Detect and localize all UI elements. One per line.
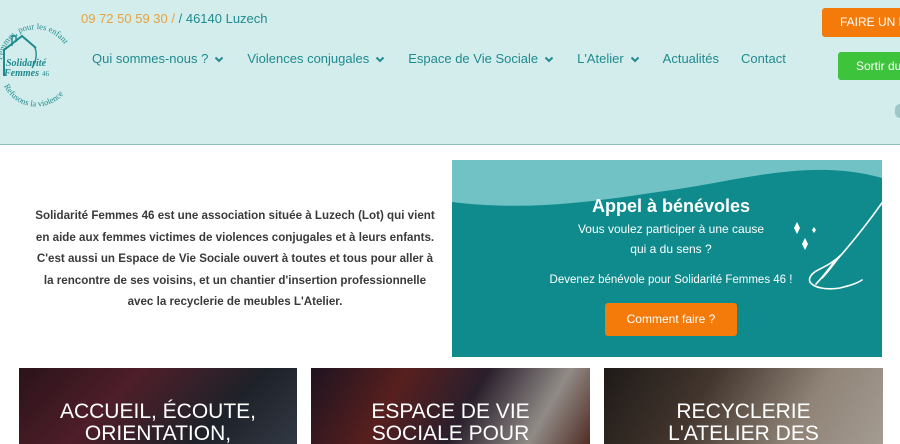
- nav-item-actualites[interactable]: Actualités: [663, 51, 719, 66]
- nav-item-violences-conjugales[interactable]: Violences conjugales: [247, 51, 386, 66]
- comment-faire-button[interactable]: Comment faire ?: [605, 303, 737, 336]
- nav-item-label: Actualités: [662, 51, 720, 66]
- nav-item-label: Violences conjugales: [247, 51, 370, 66]
- intro-text: Solidarité Femmes 46 est une association…: [20, 205, 450, 313]
- card-title: RECYCLERIE L'ATELIER DES: [668, 400, 819, 444]
- nav-item-qui-sommes-nous[interactable]: Qui sommes-nous ?: [92, 51, 225, 66]
- chevron-down-icon: [544, 56, 554, 62]
- intro-line: en aide aux femmes victimes de violences…: [35, 230, 435, 244]
- chevron-down-icon: [215, 56, 224, 62]
- intro-line: C'est aussi un Espace de Vie Sociale ouv…: [36, 252, 434, 265]
- card-title: ESPACE DE VIE SOCIALE POUR: [371, 400, 530, 444]
- card-espace-vie-sociale[interactable]: ESPACE DE VIE SOCIALE POUR: [311, 368, 590, 444]
- hand-sparkle-icon: [794, 201, 882, 290]
- logo-name-line2: Femmes: [3, 68, 39, 79]
- intro-line: la rencontre de ses voisins, et un chant…: [43, 273, 427, 287]
- site-header: Femmes, pour les enfants, Solidarité Fem…: [0, 0, 900, 145]
- nav-item-espace-de-vie-sociale[interactable]: Espace de Vie Sociale: [408, 51, 555, 66]
- donate-button[interactable]: FAIRE UN D: [822, 8, 900, 37]
- card-accueil[interactable]: ACCUEIL, ÉCOUTE, ORIENTATION,: [19, 368, 297, 444]
- nav-item-label: Contact: [741, 51, 786, 66]
- intro-line: avec la recyclerie de meubles L'Atelier.: [127, 295, 343, 308]
- phone-number[interactable]: 09 72 50 59 30 /: [81, 11, 175, 26]
- logo-name-number: 46: [42, 70, 50, 78]
- nav-item-label: L'Atelier: [577, 51, 624, 66]
- chevron-down-icon: [630, 56, 639, 62]
- main-nav: Qui sommes-nous ? Violences conjugales E…: [92, 51, 808, 66]
- site-logo[interactable]: Femmes, pour les enfants, Solidarité Fem…: [0, 2, 74, 120]
- nav-item-atelier[interactable]: L'Atelier: [577, 51, 641, 66]
- volunteer-panel: Appel à bénévoles Vous voulez participer…: [452, 160, 882, 357]
- nav-item-label: Espace de Vie Sociale: [408, 51, 539, 66]
- chevron-down-icon: [376, 56, 385, 62]
- intro-line: Solidarité Femmes 46 est une association…: [35, 209, 435, 222]
- nav-item-label: Qui sommes-nous ?: [92, 51, 209, 66]
- location-text: / 46140 Luzech: [178, 11, 268, 26]
- logo-arc-bottom: Refusons la violence: [2, 82, 65, 109]
- card-recyclerie[interactable]: RECYCLERIE L'ATELIER DES: [604, 368, 883, 444]
- card-title: ACCUEIL, ÉCOUTE, ORIENTATION,: [59, 400, 257, 444]
- contact-line: 09 72 50 59 30 / / 46140 Luzech: [81, 11, 268, 26]
- scroll-top-handle[interactable]: [895, 104, 900, 118]
- nav-item-contact[interactable]: Contact: [741, 51, 786, 66]
- quick-exit-button[interactable]: Sortir du: [838, 52, 900, 80]
